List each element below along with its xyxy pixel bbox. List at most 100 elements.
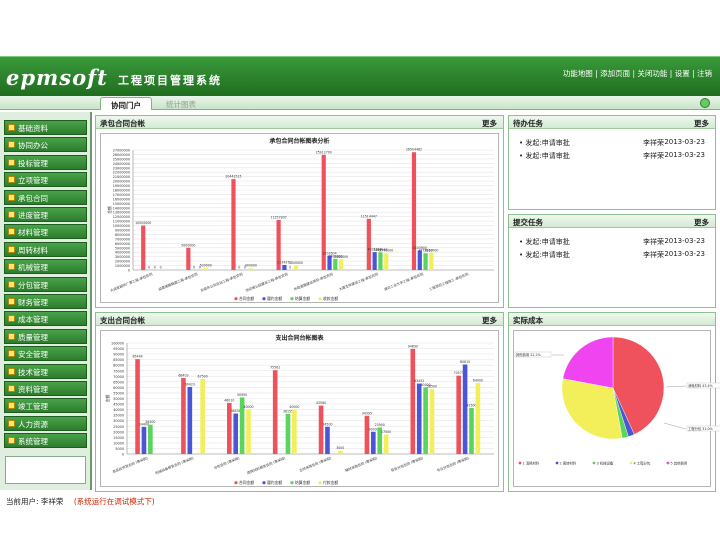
sidebar-item[interactable]: 资料管理 — [4, 381, 87, 396]
bar-data-label: 3860000 — [424, 248, 438, 252]
bar-data-label: 36155 — [283, 409, 293, 413]
bar-data-label: 50950 — [237, 393, 247, 397]
add-page-link[interactable]: 添加页面 — [600, 69, 630, 78]
y-tick-label: 50000 — [113, 397, 124, 401]
tab-bar: 协同门户 统计图表 — [0, 96, 720, 110]
folder-icon — [8, 141, 15, 149]
bar-data-label: 67500 — [198, 375, 208, 379]
sidebar-item[interactable]: 机械管理 — [4, 259, 87, 275]
legend-swatch — [290, 481, 294, 485]
sidebar-item[interactable]: 进度管理 — [4, 207, 87, 222]
todo-item-date: 2013-03-23 — [664, 138, 705, 146]
outsource-chart-frame: 支出合同台帐图表 0 5000 10000 15000 20000 25000 30000 3… — [100, 330, 499, 487]
sidebar-item[interactable]: 立项管理 — [4, 172, 87, 188]
x-tick-label: 世纪城公园建设工程-承包合同 — [245, 271, 289, 293]
sidebar-item[interactable]: 质量管理 — [4, 328, 87, 344]
folder-icon — [8, 332, 15, 340]
close-function-link[interactable]: 关闭功能 — [637, 69, 667, 78]
settings-link[interactable]: 设置 — [675, 69, 690, 78]
sidebar-item[interactable]: 投标管理 — [4, 154, 87, 170]
sidebar-item[interactable]: 分包管理 — [4, 276, 87, 292]
y-axis-label: 金额 — [107, 206, 112, 214]
todo-item[interactable]: • 发起:申请审批 李祥荣 2013-03-23 — [519, 151, 709, 161]
y-tick-label: 75000 — [113, 369, 124, 373]
x-tick-label: 大厦主体建设工程-承包合同 — [338, 271, 379, 292]
sidebar-item[interactable]: 竣工管理 — [4, 398, 87, 414]
todo-item-name[interactable]: • 发起:申请审批 — [519, 151, 570, 161]
cost-panel-header: 实际成本 — [509, 313, 715, 326]
todo-more-link[interactable]: 更多 — [694, 118, 709, 129]
y-tick-label: 15000000 — [113, 202, 130, 206]
tab-charts[interactable]: 统计图表 — [156, 97, 206, 110]
legend-label: 收款金额 — [323, 296, 338, 301]
legend-swatch — [518, 461, 522, 465]
outsource-more-link[interactable]: 更多 — [482, 315, 497, 326]
folder-icon — [8, 124, 15, 131]
submit-more-link[interactable]: 更多 — [694, 217, 709, 228]
todo-panel-title: 待办任务 — [513, 119, 543, 128]
submit-item-name[interactable]: • 发起:申请审批 — [519, 237, 570, 247]
y-tick-label: 11000000 — [113, 220, 130, 224]
sidebar-item[interactable]: 财务管理 — [4, 294, 87, 309]
submit-item[interactable]: • 发起:申请审批 李祥荣 2013-03-23 — [519, 250, 709, 260]
sidebar-item[interactable]: 材料管理 — [4, 224, 87, 240]
y-tick-label: 25000000 — [113, 157, 130, 161]
sidebar-item[interactable]: 安全管理 — [4, 346, 87, 362]
y-tick-label: 5000000 — [115, 246, 130, 250]
bar — [181, 378, 186, 454]
legend-swatch — [262, 481, 266, 485]
function-map-link[interactable]: 功能地图 — [563, 69, 593, 78]
bar-data-label: 36450 — [231, 409, 241, 413]
sidebar-item[interactable]: 承包合同 — [4, 189, 87, 205]
x-tick-label: 东莞市公交总站工程-承包合同 — [199, 271, 243, 293]
cost-panel-title: 实际成本 — [513, 316, 543, 325]
bar — [231, 179, 236, 270]
bar — [141, 225, 146, 270]
x-tick-label: 大润发超市广源工程-承包合同 — [109, 271, 153, 293]
y-tick-label: 30000 — [113, 419, 124, 423]
sidebar-item[interactable]: 成本管理 — [4, 311, 87, 327]
submit-item-name[interactable]: • 发起:申请审批 — [519, 250, 570, 260]
bar — [429, 389, 435, 454]
sidebar-item-label: 协同办公 — [18, 141, 48, 151]
legend-label: 合同金额 — [239, 480, 254, 485]
bar — [456, 375, 461, 454]
app-title: 工程项目管理系统 — [118, 74, 222, 87]
bar-data-label: 23900 — [375, 423, 385, 427]
sidebar-item[interactable]: 系统管理 — [4, 433, 87, 449]
todo-item-name[interactable]: • 发起:申请审批 — [519, 138, 570, 148]
folder-icon — [8, 437, 15, 445]
app-header: epmsoft 工程项目管理系统 功能地图 | 添加页面 | 关闭功能 | 设置… — [0, 56, 720, 96]
y-tick-label: 0 — [122, 453, 124, 457]
submit-item[interactable]: • 发起:申请审批 李祥荣 2013-03-23 — [519, 237, 709, 247]
sidebar-item[interactable]: 周转材料 — [4, 241, 87, 257]
bar-data-label: 0 — [160, 266, 162, 270]
bar-data-label: 3770000 — [379, 249, 393, 253]
y-tick-label: 85000 — [113, 358, 124, 362]
bar — [272, 370, 278, 454]
sidebar-item[interactable]: 技术管理 — [4, 363, 87, 379]
refresh-icon[interactable] — [700, 98, 710, 108]
x-tick-label: 周转材料租赁合同 (零采购) — [246, 455, 287, 475]
sidebar-item[interactable]: 协同办公 — [4, 137, 87, 153]
current-user-label: 当前用户: 李祥荣 — [6, 497, 64, 506]
y-tick-label: 16000000 — [113, 197, 130, 201]
logout-link[interactable]: 注销 — [697, 69, 712, 78]
sidebar-item[interactable]: 基础资料 — [4, 120, 87, 135]
bar-data-label: 70573 — [454, 371, 464, 375]
todo-item[interactable]: • 发起:申请审批 李祥荣 2013-03-23 — [519, 138, 709, 148]
contract-more-link[interactable]: 更多 — [482, 118, 497, 129]
tab-portal[interactable]: 协同门户 — [100, 97, 152, 110]
todo-panel-header: 待办任务 更多 — [509, 116, 715, 129]
y-tick-label: 13000000 — [113, 211, 130, 215]
folder-icon — [8, 245, 15, 253]
sidebar-item[interactable]: 人力资源 — [4, 415, 87, 431]
x-tick-label: 分包合同 (零采购) — [213, 455, 241, 470]
folder-icon — [8, 367, 15, 375]
folder-icon — [8, 298, 15, 305]
folder-icon — [8, 385, 15, 392]
cost-chart-frame: 消耗材料 43.4% 工程分包 31.0% 其他费用 22.2% 1 消耗材料 2 周转… — [513, 330, 720, 487]
legend-label: 结算金额 — [295, 296, 310, 301]
cost-panel: 实际成本 消耗材料 43.4% 工程分包 31.0% 其他费用 22.2% 1 消耗材… — [508, 312, 720, 492]
sidebar-item-label: 安全管理 — [18, 350, 48, 360]
